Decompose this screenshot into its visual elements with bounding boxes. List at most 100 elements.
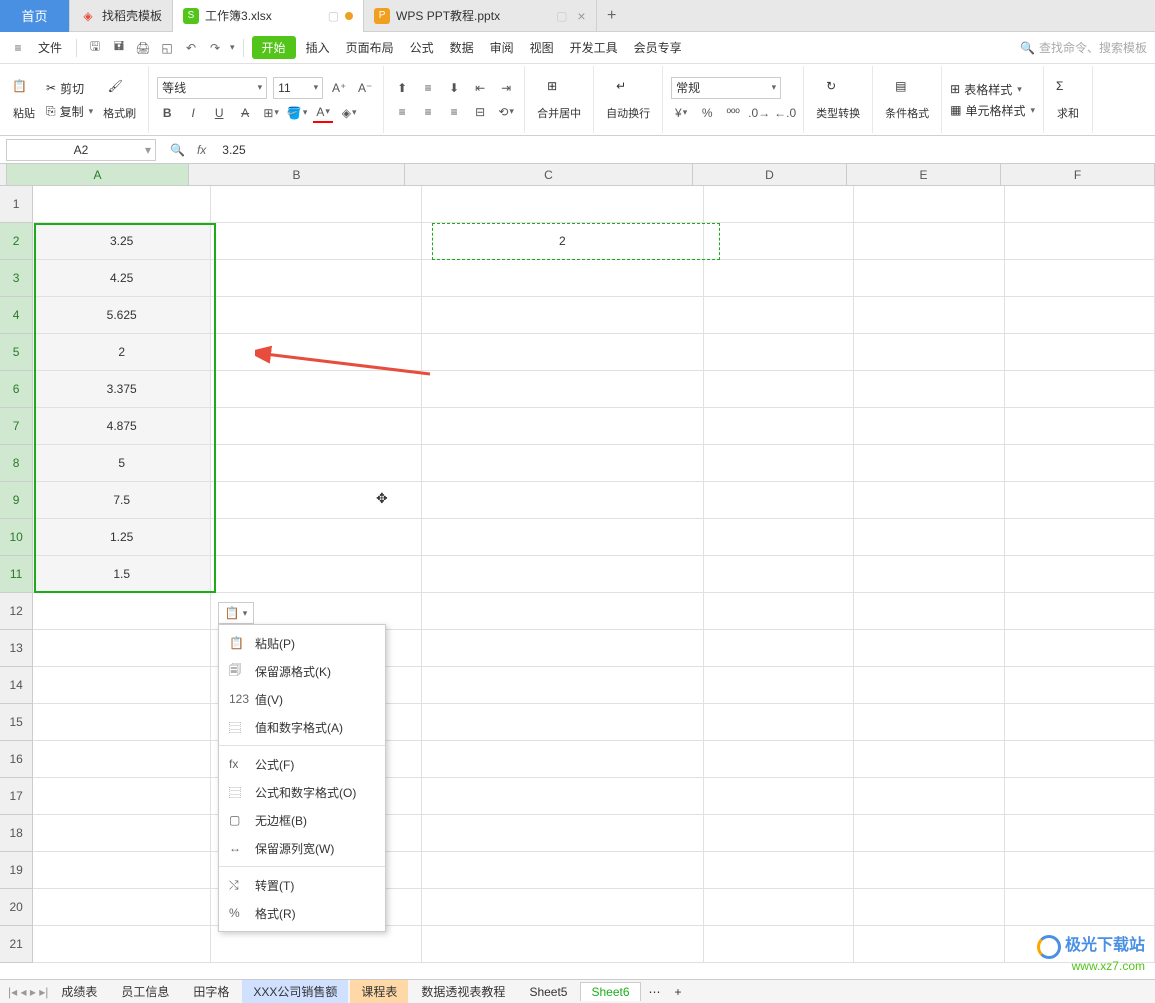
cell[interactable] [1005,445,1155,482]
add-tab-button[interactable]: + [597,7,627,25]
cell[interactable] [854,186,1004,223]
template-tab[interactable]: ◈ 找稻壳模板 [70,0,173,32]
cell[interactable] [854,926,1004,963]
row-header[interactable]: 7 [0,408,33,445]
fx-icon[interactable]: fx [197,143,206,157]
cell[interactable] [33,667,211,704]
cell[interactable] [211,223,422,260]
dev-menu[interactable]: 开发工具 [564,39,624,56]
cell[interactable] [422,815,703,852]
start-menu[interactable]: 开始 [252,36,296,59]
cell-style-button[interactable]: ▦单元格样式▾ [950,102,1035,119]
cell[interactable] [211,186,422,223]
cell[interactable] [1005,223,1155,260]
cell[interactable] [422,556,703,593]
menu-no-border[interactable]: ▢无边框(B) [219,806,385,834]
cell[interactable] [704,334,854,371]
sum-button[interactable]: Σ求和 [1052,77,1084,123]
number-format-select[interactable]: 常规▾ [671,77,781,99]
cell[interactable] [33,741,211,778]
cell[interactable] [422,704,703,741]
cell[interactable] [211,482,422,519]
sheet-tab-active[interactable]: Sheet6 [580,982,640,1001]
cond-format-button[interactable]: ▤条件格式 [881,77,933,123]
indent-increase-icon[interactable]: ⇥ [496,78,516,98]
cell[interactable] [422,630,703,667]
row-header[interactable]: 2 [0,223,33,260]
cell[interactable] [854,704,1004,741]
chevron-down-icon[interactable]: ▾ [145,143,151,157]
cell[interactable] [854,815,1004,852]
menu-keep-col[interactable]: ↔保留源列宽(W) [219,834,385,862]
cell[interactable] [33,704,211,741]
row-header[interactable]: 6 [0,371,33,408]
cell[interactable] [422,741,703,778]
sheet-tab[interactable]: 数据透视表教程 [410,980,516,1003]
sheet-tab[interactable]: 成绩表 [50,980,108,1003]
cell[interactable] [422,186,703,223]
data-menu[interactable]: 数据 [444,39,480,56]
row-header[interactable]: 1 [0,186,33,223]
cell[interactable] [1005,556,1155,593]
cell[interactable] [854,519,1004,556]
menu-value-num[interactable]: ⿳值和数字格式(A) [219,713,385,741]
cell[interactable] [211,519,422,556]
cell[interactable] [422,297,703,334]
layout-menu[interactable]: 页面布局 [340,39,400,56]
name-box[interactable]: A2 ▾ [6,139,156,161]
cell[interactable] [704,889,854,926]
cell[interactable] [704,704,854,741]
percent-icon[interactable]: % [697,103,717,123]
cell[interactable] [854,482,1004,519]
cell[interactable] [704,852,854,889]
cell[interactable] [854,445,1004,482]
insert-menu[interactable]: 插入 [300,39,336,56]
cell[interactable] [854,371,1004,408]
menu-transpose[interactable]: ⤭转置(T) [219,871,385,899]
clear-format-icon[interactable]: ◈▾ [339,103,359,123]
column-header[interactable]: E [847,164,1001,185]
row-header[interactable]: 9 [0,482,33,519]
increase-decimal-icon[interactable]: .0→ [749,103,769,123]
increase-font-icon[interactable]: A⁺ [329,78,349,98]
cell[interactable] [1005,519,1155,556]
row-header[interactable]: 17 [0,778,33,815]
cell[interactable] [1005,704,1155,741]
font-size-select[interactable]: 11▾ [273,77,323,99]
cut-button[interactable]: ✂剪切 [46,80,93,97]
dropdown-icon[interactable]: ▾ [230,42,235,53]
cell[interactable] [704,556,854,593]
sheet-tab[interactable]: XXX公司销售额 [242,980,348,1003]
cell[interactable]: 2 [422,223,703,260]
cell[interactable] [854,334,1004,371]
cell[interactable] [422,260,703,297]
cell[interactable] [422,926,703,963]
menu-value[interactable]: 123值(V) [219,685,385,713]
cell[interactable] [704,630,854,667]
bold-icon[interactable]: B [157,103,177,123]
cell[interactable] [33,630,211,667]
pin-icon[interactable]: ▢ [556,9,567,23]
strikethrough-icon[interactable]: A [235,103,255,123]
type-convert-button[interactable]: ↻类型转换 [812,77,864,123]
cell[interactable] [1005,815,1155,852]
row-header[interactable]: 18 [0,815,33,852]
cell[interactable] [1005,482,1155,519]
align-bottom-icon[interactable]: ⬇ [444,78,464,98]
cell[interactable] [33,815,211,852]
cell[interactable] [422,482,703,519]
decrease-font-icon[interactable]: A⁻ [355,78,375,98]
cell[interactable] [33,889,211,926]
cell[interactable] [854,741,1004,778]
member-menu[interactable]: 会员专享 [628,39,688,56]
cell[interactable] [704,260,854,297]
cell[interactable] [1005,667,1155,704]
cell[interactable]: 3.25 [33,223,211,260]
pin-icon[interactable]: ▢ [328,9,339,23]
cell[interactable] [1005,371,1155,408]
cell[interactable] [704,223,854,260]
cell[interactable] [422,334,703,371]
cell[interactable] [422,593,703,630]
copy-button[interactable]: ⎘复制▾ [46,103,93,120]
cell[interactable] [704,926,854,963]
